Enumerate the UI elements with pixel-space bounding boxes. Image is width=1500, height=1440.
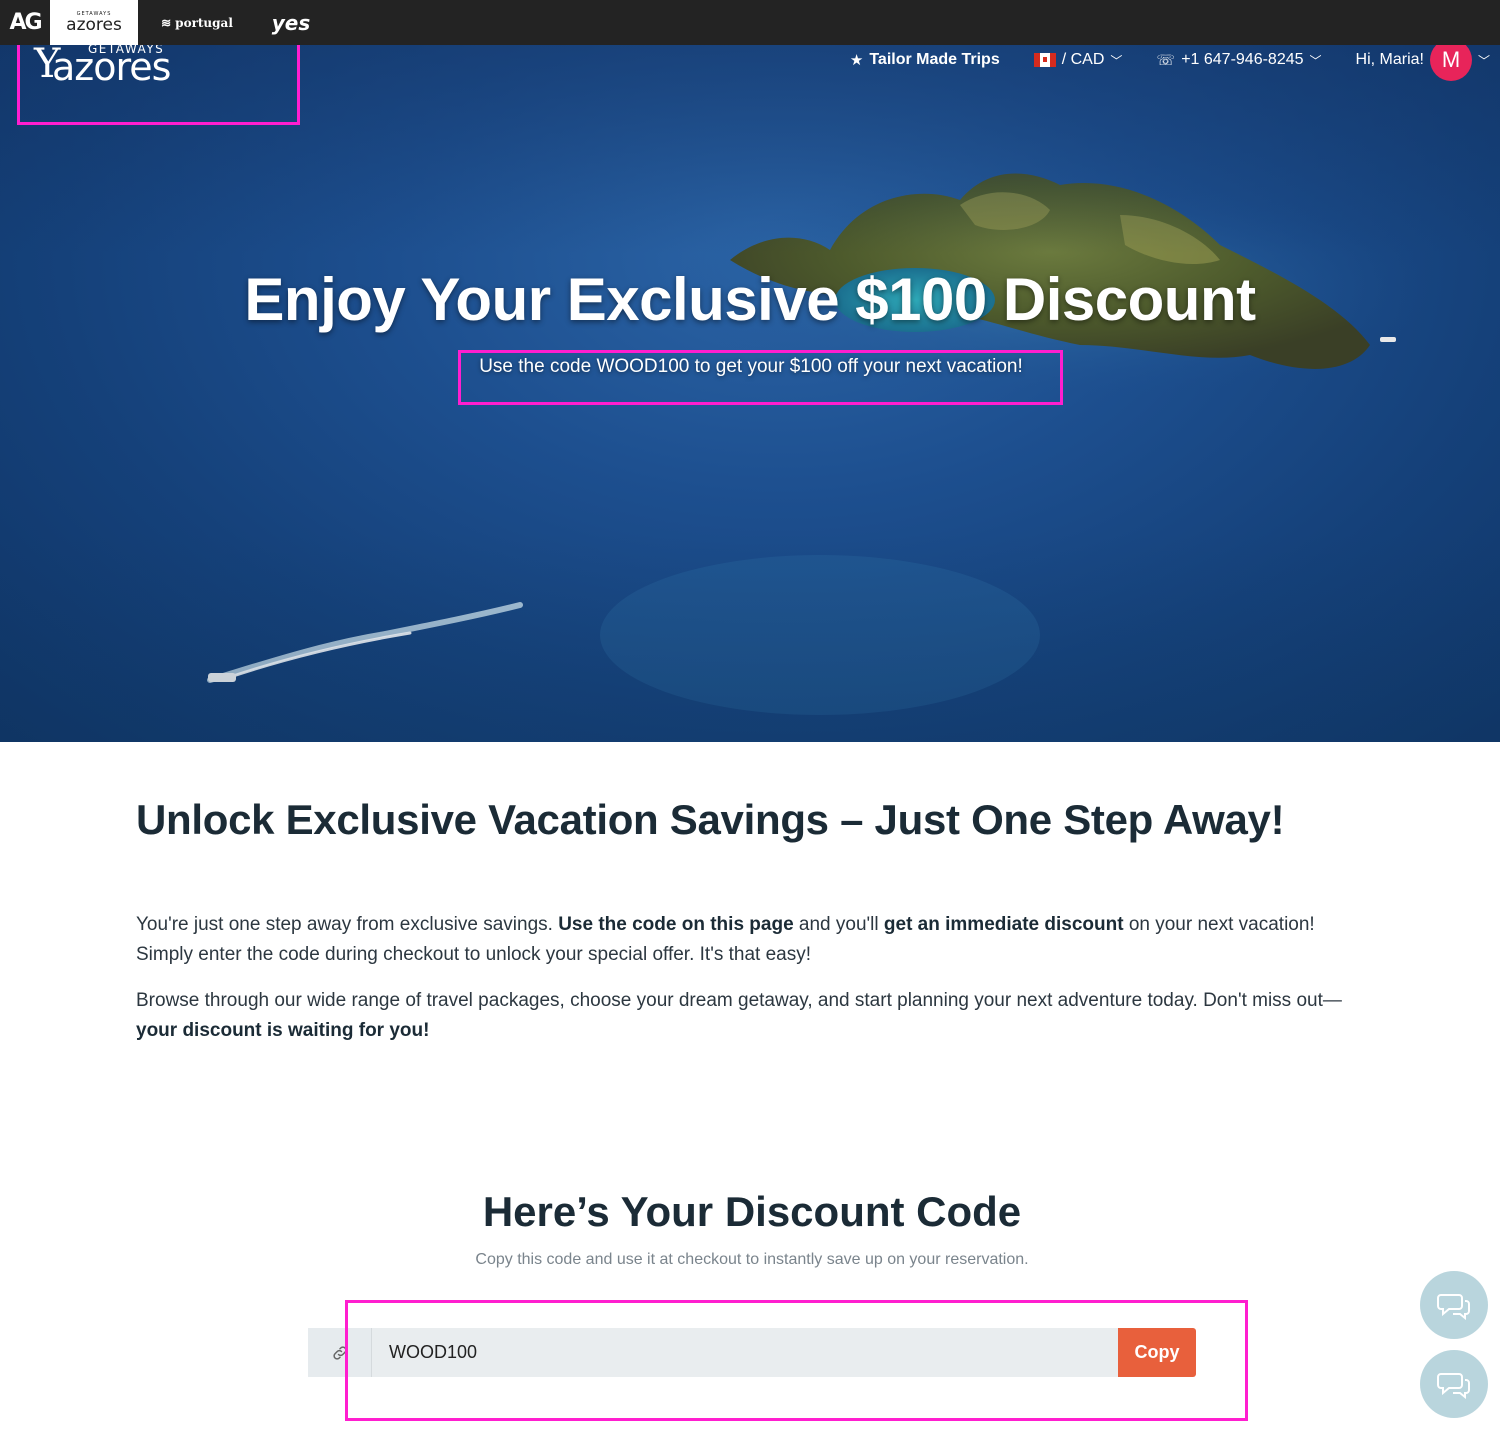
user-greeting: Hi, Maria!	[1355, 51, 1424, 68]
hero-overlay	[0, 45, 1500, 742]
logo-text: azores	[52, 45, 171, 89]
canada-flag-icon	[1033, 53, 1056, 67]
chevron-down-icon: ﹀	[1477, 53, 1490, 68]
top-navigation: ★ Tailor Made Trips / CAD ﹀ ☏ +1 647-946…	[850, 39, 1500, 81]
intro-text-2: and you'll	[793, 914, 884, 935]
brand-bar: AG GETAWAYS azores ≋ portugal yes	[0, 0, 1500, 45]
phone-icon: ☏	[1156, 52, 1176, 69]
intro-bold-1: Use the code on this page	[558, 914, 794, 935]
discount-code-subtext: Copy this code and use it at checkout to…	[475, 1251, 1029, 1268]
currency-label: / CAD	[1061, 51, 1105, 68]
avatar-letter: M	[1441, 47, 1461, 72]
chat-icon	[1437, 1294, 1470, 1320]
star-icon: ★	[849, 52, 864, 69]
chat-button-secondary[interactable]	[1420, 1350, 1488, 1418]
currency-selector[interactable]: / CAD ﹀	[1033, 51, 1123, 69]
chevron-down-icon: ﹀	[1110, 53, 1123, 68]
brand-tab-ag[interactable]: AG	[0, 0, 50, 45]
chevron-down-icon: ﹀	[1309, 53, 1322, 68]
brand-tab-ag-label: AG	[9, 10, 42, 35]
brand-tab-yes-label: yes	[271, 10, 311, 35]
intro-text-1: You're just one step away from exclusive…	[136, 914, 559, 935]
browse-text: Browse through our wide range of travel …	[136, 990, 1342, 1011]
wave-icon: ≋	[161, 15, 172, 30]
chat-button[interactable]	[1420, 1271, 1488, 1339]
brand-tab-portugal[interactable]: ≋ portugal	[138, 0, 256, 45]
intro-paragraph: You're just one step away from exclusive…	[136, 910, 1366, 970]
brand-tab-azores[interactable]: GETAWAYS azores	[50, 0, 138, 45]
phone-selector[interactable]: ☏ +1 647-946-8245 ﹀	[1156, 51, 1321, 69]
section-heading: Unlock Exclusive Vacation Savings – Just…	[136, 796, 1285, 843]
hero-title: Enjoy Your Exclusive $100 Discount	[244, 266, 1256, 333]
chat-icon	[1437, 1373, 1470, 1399]
copy-button[interactable]: Copy	[1118, 1328, 1196, 1377]
intro-bold-2: get an immediate discount	[883, 914, 1124, 935]
link-icon	[308, 1328, 372, 1377]
discount-code-heading: Here’s Your Discount Code	[482, 1188, 1022, 1235]
brand-tab-azores-label: azores	[66, 14, 122, 35]
browse-paragraph: Browse through our wide range of travel …	[136, 986, 1366, 1046]
phone-number: +1 647-946-8245	[1181, 51, 1304, 68]
avatar[interactable]: M	[1429, 39, 1472, 81]
discount-code-box: Copy	[308, 1328, 1196, 1377]
user-menu[interactable]: Hi, Maria! M ﹀	[1356, 39, 1490, 81]
brand-tab-portugal-label: portugal	[175, 15, 233, 30]
hero-subtitle: Use the code WOOD100 to get your $100 of…	[479, 356, 1023, 377]
hero-section	[0, 45, 1500, 742]
discount-code-input[interactable]	[372, 1328, 1118, 1377]
site-logo[interactable]: Y GETAWAYS azores	[30, 42, 180, 86]
brand-tab-yes[interactable]: yes	[256, 0, 326, 45]
tailor-made-trips-link[interactable]: ★ Tailor Made Trips	[850, 51, 1000, 69]
tailor-made-trips-label: Tailor Made Trips	[869, 51, 1000, 68]
browse-bold: your discount is waiting for you!	[136, 1020, 430, 1041]
